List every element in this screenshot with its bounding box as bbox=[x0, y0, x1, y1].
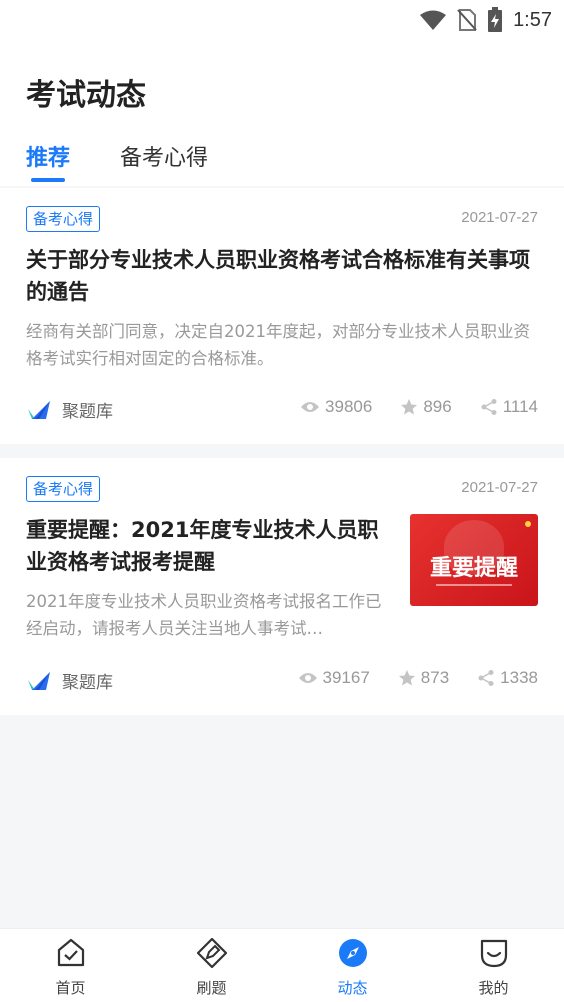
share-icon bbox=[478, 670, 494, 686]
nav-item-news[interactable]: 动态 bbox=[282, 929, 423, 1002]
share-icon bbox=[481, 399, 497, 415]
article-date: 2021-07-27 bbox=[461, 479, 538, 496]
wifi-icon bbox=[420, 10, 447, 30]
compass-icon bbox=[339, 939, 367, 967]
article-source: 聚题库 bbox=[26, 668, 113, 693]
article-stats: 39806 896 1114 bbox=[300, 397, 538, 417]
tab-bar: 推荐 备考心得 bbox=[0, 136, 564, 186]
nav-item-mine[interactable]: 我的 bbox=[423, 929, 564, 1002]
tab-study-tips[interactable]: 备考心得 bbox=[120, 140, 208, 172]
view-count: 39806 bbox=[300, 397, 372, 417]
status-bar: 1:57 bbox=[0, 0, 564, 40]
share-count[interactable]: 1338 bbox=[477, 668, 538, 688]
star-count-value: 873 bbox=[420, 668, 450, 687]
source-name: 聚题库 bbox=[62, 402, 113, 422]
page-header: 考试动态 推荐 备考心得 bbox=[0, 40, 564, 186]
article-title[interactable]: 关于部分专业技术人员职业资格考试合格标准有关事项的通告 bbox=[26, 244, 538, 308]
profile-icon bbox=[480, 939, 508, 968]
jutiku-logo-icon bbox=[28, 400, 50, 419]
article-thumbnail[interactable]: 重要提醒 bbox=[410, 514, 538, 606]
no-sim-icon bbox=[457, 9, 477, 31]
article-meta: 聚题库 39806 896 1114 bbox=[26, 397, 538, 423]
pen-icon bbox=[196, 937, 228, 969]
nav-item-practice[interactable]: 刷题 bbox=[141, 929, 282, 1002]
nav-label: 刷题 bbox=[196, 979, 227, 997]
nav-label: 动态 bbox=[337, 979, 368, 997]
star-count[interactable]: 896 bbox=[400, 397, 452, 417]
view-count-value: 39167 bbox=[322, 668, 370, 687]
article-title[interactable]: 重要提醒：2021年度专业技术人员职业资格考试报考提醒 bbox=[26, 514, 388, 578]
source-name: 聚题库 bbox=[62, 673, 113, 693]
article-stats: 39167 873 1338 bbox=[298, 668, 538, 688]
article-tag: 备考心得 bbox=[26, 476, 101, 502]
article-card[interactable]: 备考心得 2021-07-27 关于部分专业技术人员职业资格考试合格标准有关事项… bbox=[0, 188, 564, 444]
status-time: 1:57 bbox=[513, 8, 552, 31]
star-icon bbox=[401, 399, 418, 415]
nav-item-home[interactable]: 首页 bbox=[0, 929, 141, 1002]
article-tag: 备考心得 bbox=[26, 206, 101, 232]
article-summary: 2021年度专业技术人员职业资格考试报名工作已经启动，请报考人员关注当地人事考试… bbox=[26, 592, 382, 638]
thumbnail-dot bbox=[525, 521, 531, 527]
star-count-value: 896 bbox=[423, 397, 452, 416]
eye-icon bbox=[301, 402, 320, 412]
article-summary: 经商有关部门同意，决定自2021年度起，对部分专业技术人员职业资格考试实行相对固… bbox=[26, 322, 530, 368]
article-meta: 聚题库 39167 873 1338 bbox=[26, 668, 538, 694]
article-date: 2021-07-27 bbox=[461, 209, 538, 226]
status-icons: 1:57 bbox=[419, 6, 552, 34]
view-count-value: 39806 bbox=[325, 397, 373, 416]
nav-label: 我的 bbox=[478, 979, 509, 997]
home-check-icon bbox=[57, 938, 85, 967]
eye-icon bbox=[298, 673, 317, 683]
share-count-value: 1338 bbox=[500, 668, 538, 687]
nav-label: 首页 bbox=[55, 979, 86, 997]
share-count[interactable]: 1114 bbox=[480, 397, 538, 417]
bottom-nav: 首页 刷题 动态 我的 bbox=[0, 928, 564, 1002]
thumbnail-text: 重要提醒 bbox=[429, 556, 518, 581]
star-icon bbox=[398, 670, 415, 686]
article-source: 聚题库 bbox=[26, 397, 113, 422]
view-count: 39167 bbox=[298, 668, 370, 688]
star-count[interactable]: 873 bbox=[398, 668, 449, 688]
tab-recommended[interactable]: 推荐 bbox=[26, 140, 70, 172]
share-count-value: 1114 bbox=[502, 397, 538, 416]
article-card[interactable]: 备考心得 2021-07-27 重要提醒：2021年度专业技术人员职业资格考试报… bbox=[0, 458, 564, 715]
jutiku-logo-icon bbox=[28, 671, 50, 690]
page-title: 考试动态 bbox=[26, 78, 146, 113]
battery-charging-icon bbox=[488, 7, 503, 32]
thumbnail-underline bbox=[436, 584, 512, 586]
tab-active-indicator bbox=[31, 178, 65, 182]
